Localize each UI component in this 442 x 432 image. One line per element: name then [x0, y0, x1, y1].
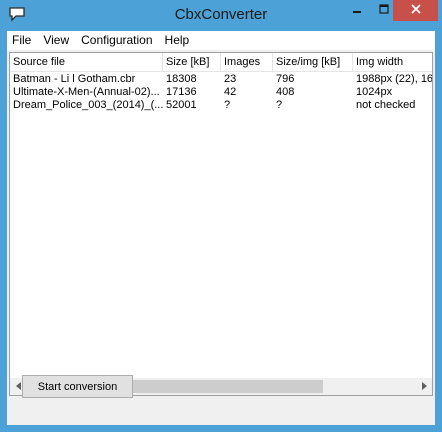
maximize-icon [378, 4, 389, 17]
close-icon [410, 4, 421, 17]
cell-images: 23 [224, 73, 237, 85]
column-header-images[interactable]: Images [221, 53, 273, 71]
menu-view[interactable]: View [37, 31, 75, 50]
minimize-icon [352, 4, 362, 17]
minimize-button[interactable] [343, 0, 370, 21]
file-list-table[interactable]: Source file Size [kB] Images Size/img [k… [9, 52, 433, 396]
table-row[interactable]: Batman - Li l Gotham.cbr 18308 23 796 19… [10, 73, 433, 85]
app-window: CbxConverter File View Configuration Hel… [0, 0, 442, 432]
close-button[interactable] [393, 0, 438, 21]
cell-img-width: 1024px [356, 86, 393, 98]
cell-size-per-image: ? [276, 99, 283, 111]
cell-size-per-image: 408 [276, 86, 295, 98]
cell-source-file: Ultimate-X-Men-(Annual-02)... [13, 86, 160, 98]
title-bar[interactable]: CbxConverter [0, 0, 442, 30]
start-conversion-button[interactable]: Start conversion [22, 375, 133, 398]
menu-configuration[interactable]: Configuration [75, 31, 158, 50]
table-header: Source file Size [kB] Images Size/img [k… [10, 53, 432, 72]
table-row[interactable]: Ultimate-X-Men-(Annual-02)... 17136 42 4… [10, 86, 432, 98]
arrow-right-icon [421, 381, 427, 392]
column-header-size-per-image[interactable]: Size/img [kB] [273, 53, 353, 71]
table-row[interactable]: Dream_Police_003_(2014)_(... 52001 ? ? n… [10, 99, 432, 111]
cell-size: 52001 [166, 99, 197, 111]
cell-size-per-image: 796 [276, 73, 295, 85]
cell-img-width: 1988px (22), 16 [356, 73, 433, 85]
cell-images: 42 [224, 86, 237, 98]
cell-size: 17136 [166, 86, 197, 98]
column-header-img-width[interactable]: Img width [353, 53, 432, 71]
arrow-left-icon [15, 381, 22, 392]
client-area: File View Configuration Help Source file… [7, 31, 435, 425]
cell-source-file: Dream_Police_003_(2014)_(... [13, 99, 163, 111]
cell-size: 18308 [166, 73, 197, 85]
cell-source-file: Batman - Li l Gotham.cbr [13, 73, 136, 85]
column-header-size[interactable]: Size [kB] [163, 53, 221, 71]
menu-file[interactable]: File [7, 31, 37, 50]
column-header-source-file[interactable]: Source file [10, 53, 163, 71]
scroll-right-button[interactable] [415, 378, 432, 395]
cell-images: ? [224, 99, 231, 111]
cell-img-width: not checked [356, 99, 416, 111]
menu-bar: File View Configuration Help [7, 31, 435, 50]
menu-help[interactable]: Help [159, 31, 196, 50]
